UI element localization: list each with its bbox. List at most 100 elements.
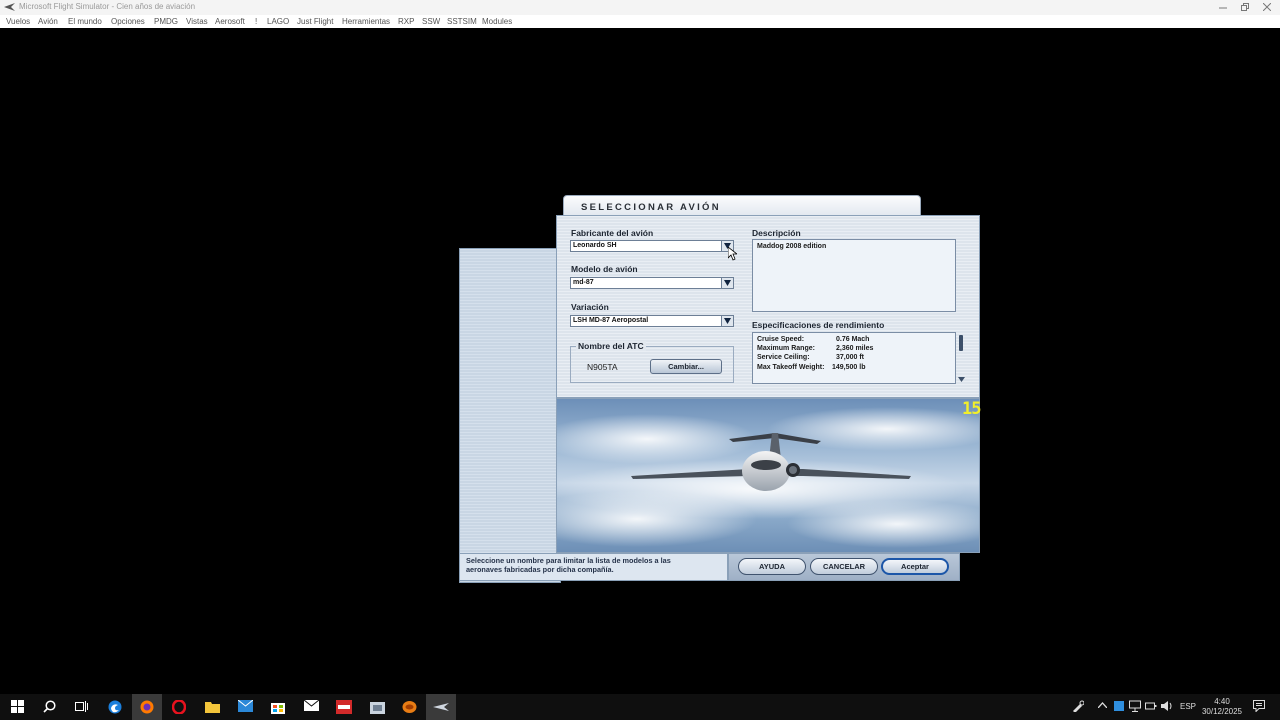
close-icon [1263, 3, 1271, 11]
performance-scroll-thumb[interactable] [959, 335, 963, 351]
perf-key-cruise-speed: Cruise Speed: [757, 336, 805, 343]
manufacturer-value: Leonardo SH [573, 242, 617, 249]
firefox-orange-icon [402, 701, 416, 713]
edge-icon [108, 700, 122, 714]
mail-icon [237, 700, 253, 712]
task-view-icon [74, 701, 88, 712]
search-icon [42, 700, 56, 713]
atc-name-legend: Nombre del ATC [576, 341, 646, 351]
manufacturer-dropdown[interactable]: Leonardo SH [570, 240, 734, 252]
variation-value: LSH MD-87 Aeropostal [573, 317, 649, 324]
language-indicator[interactable]: ESP [1180, 702, 1196, 711]
aircraft-illustration [557, 407, 979, 548]
clock-date: 30/12/2025 [1201, 707, 1243, 716]
hint-text: Seleccione un nombre para limitar la lis… [466, 556, 671, 574]
window-title: Microsoft Flight Simulator - Cien años d… [19, 2, 196, 11]
perf-key-service-ceiling: Service Ceiling: [757, 354, 810, 361]
app-icon [369, 702, 385, 714]
store-icon [271, 703, 285, 714]
search-button[interactable] [34, 694, 64, 720]
volume-icon[interactable] [1161, 700, 1173, 712]
airplane-app-icon [4, 3, 15, 11]
clock[interactable]: 4:40 30/12/2025 [1200, 697, 1244, 717]
flight-sim-button[interactable] [426, 694, 456, 720]
firefox-button[interactable] [132, 694, 162, 720]
start-button[interactable] [2, 694, 32, 720]
store-button[interactable] [263, 694, 293, 720]
fsx-launcher-button[interactable] [329, 694, 359, 720]
perf-value-maximum-range: 2,360 miles [836, 345, 874, 352]
model-label: Modelo de avión [571, 264, 638, 274]
menu-herramientas[interactable]: Herramientas [342, 17, 390, 26]
close-button[interactable] [1256, 0, 1278, 15]
cancel-button[interactable]: CANCELAR [810, 558, 878, 575]
performance-label: Especificaciones de rendimiento [752, 320, 885, 330]
menu-modules[interactable]: Modules [482, 17, 512, 26]
flight-sim-icon [433, 703, 449, 711]
aircraft-preview-image [556, 398, 980, 553]
file-explorer-button[interactable] [197, 694, 227, 720]
description-text: Maddog 2008 edition [757, 243, 827, 250]
mail-button[interactable] [230, 694, 260, 720]
menu-aerosoft[interactable]: Aerosoft [215, 17, 245, 26]
perf-value-service-ceiling: 37,000 ft [836, 354, 865, 361]
menu-el-mundo[interactable]: El mundo [68, 17, 102, 26]
chevron-down-icon [724, 280, 731, 286]
shield-tray-icon[interactable] [1113, 700, 1125, 712]
firefox-orange-button[interactable] [394, 694, 424, 720]
variation-label: Variación [571, 302, 609, 312]
menu-just-flight[interactable]: Just Flight [297, 17, 333, 26]
menu-ssw[interactable]: SSW [422, 17, 440, 26]
mouse-cursor-icon [728, 247, 737, 261]
notification-center-icon[interactable] [1253, 700, 1265, 712]
chevron-down-icon [724, 318, 731, 324]
menu-exclamation[interactable]: ! [255, 17, 257, 26]
model-dropdown[interactable]: md-87 [570, 277, 734, 289]
fsx-launcher-icon [336, 700, 352, 714]
minimize-icon [1219, 7, 1227, 9]
window-title-bar: Microsoft Flight Simulator - Cien años d… [0, 0, 1280, 16]
description-label: Descripción [752, 228, 801, 238]
manufacturer-label: Fabricante del avión [571, 228, 654, 238]
network-icon[interactable] [1129, 700, 1141, 712]
dialog-title: SELECCIONAR AVIÓN [581, 202, 721, 213]
perf-value-max-takeoff-weight: 149,500 lb [832, 364, 866, 371]
scroll-down-arrow-icon[interactable] [958, 377, 965, 383]
chevron-up-icon[interactable] [1098, 702, 1107, 708]
model-dropdown-arrow[interactable] [721, 278, 733, 288]
menu-pmdg[interactable]: PMDG [154, 17, 178, 26]
file-explorer-icon [204, 702, 220, 713]
pen-workspace-icon[interactable] [1072, 700, 1084, 712]
minimize-button[interactable] [1212, 0, 1234, 15]
perf-value-cruise-speed: 0.76 Mach [836, 336, 870, 343]
envelope-button[interactable] [296, 694, 326, 720]
task-view-button[interactable] [66, 694, 96, 720]
perf-key-max-takeoff-weight: Max Takeoff Weight: [757, 364, 825, 371]
menu-bar: Vuelos Avión El mundo Opciones PMDG Vist… [0, 15, 1280, 28]
menu-vistas[interactable]: Vistas [186, 17, 208, 26]
fps-counter: 15 [962, 399, 982, 419]
variation-dropdown-arrow[interactable] [721, 316, 733, 326]
menu-opciones[interactable]: Opciones [111, 17, 145, 26]
app-button[interactable] [362, 694, 392, 720]
menu-lago[interactable]: LAGO [267, 17, 289, 26]
edge-button[interactable] [100, 694, 130, 720]
change-atc-button[interactable]: Cambiar... [650, 359, 722, 374]
help-button[interactable]: AYUDA [738, 558, 806, 575]
opera-icon [172, 700, 186, 714]
model-value: md-87 [573, 279, 594, 286]
opera-button[interactable] [164, 694, 194, 720]
menu-sstsim[interactable]: SSTSIM [447, 17, 477, 26]
atc-name-value: N905TA [587, 362, 618, 372]
menu-avion[interactable]: Avión [38, 17, 58, 26]
restore-button[interactable] [1234, 0, 1256, 15]
dialog-side-panel [459, 248, 561, 583]
perf-key-maximum-range: Maximum Range: [757, 345, 815, 352]
accept-button[interactable]: Aceptar [881, 558, 949, 575]
variation-dropdown[interactable]: LSH MD-87 Aeropostal [570, 315, 734, 327]
battery-icon[interactable] [1145, 700, 1157, 712]
menu-rxp[interactable]: RXP [398, 17, 414, 26]
menu-vuelos[interactable]: Vuelos [6, 17, 30, 26]
firefox-icon [140, 700, 154, 714]
restore-icon [1241, 3, 1249, 11]
